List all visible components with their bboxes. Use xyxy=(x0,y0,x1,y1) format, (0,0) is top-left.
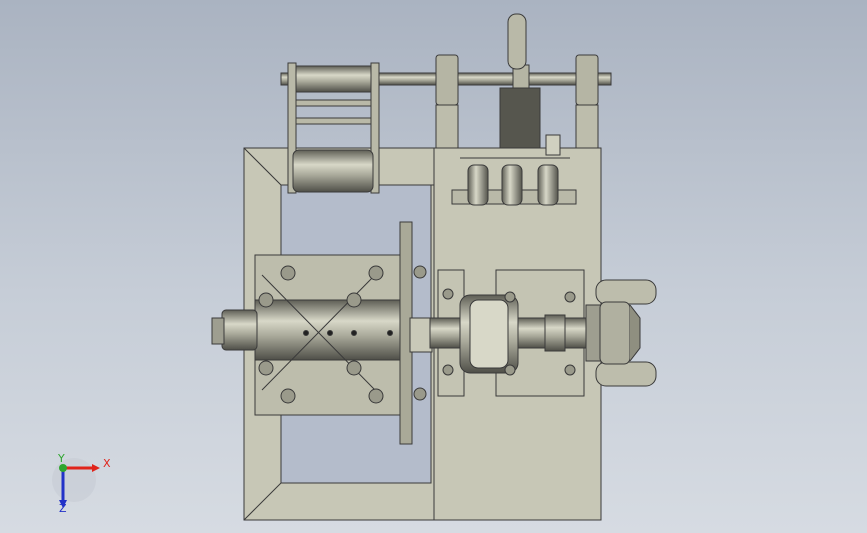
coordinate-triad-icon: X Y Z xyxy=(52,452,111,515)
z-axis-label: Z xyxy=(59,502,67,515)
drive-assembly xyxy=(429,269,605,397)
x-axis-label: X xyxy=(103,457,111,470)
y-axis-label: Y xyxy=(57,452,65,465)
clamp-assembly xyxy=(595,279,657,387)
cad-viewport[interactable]: X Y Z xyxy=(0,0,867,533)
